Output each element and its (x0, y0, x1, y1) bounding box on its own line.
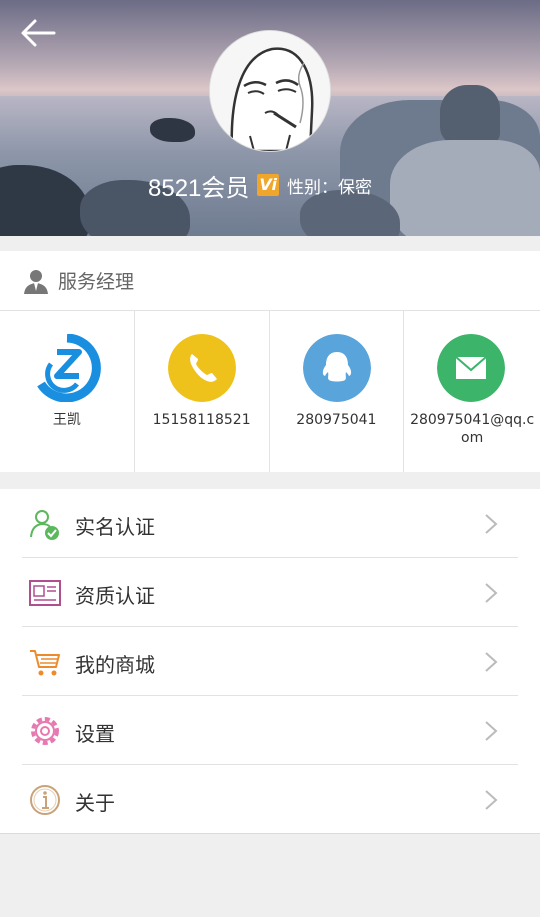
email-address: 280975041@qq.com (410, 412, 535, 446)
qq-number: 280975041 (296, 412, 377, 428)
certificate-icon (29, 580, 61, 606)
verified-user-icon (30, 510, 59, 540)
menu-item-about[interactable]: 关于 (0, 765, 540, 834)
menu-item-real-name-verification[interactable]: 实名认证 (0, 489, 540, 558)
shopping-cart-icon (30, 650, 60, 676)
back-arrow-icon[interactable] (18, 16, 58, 50)
chevron-right-icon (485, 721, 498, 741)
phone-icon (167, 334, 236, 402)
person-icon (24, 269, 48, 294)
menu-item-qualification-certification[interactable]: 资质认证 (0, 558, 540, 627)
company-logo-icon (37, 334, 101, 402)
gender-text: 性别：保密 (286, 177, 372, 198)
contact-manager-name[interactable]: 王凯 (0, 311, 135, 472)
service-manager-header: 服务经理 (0, 251, 540, 311)
contact-email[interactable]: 280975041@qq.com (404, 311, 540, 472)
menu-label: 实名认证 (75, 515, 155, 539)
chevron-right-icon (485, 583, 498, 603)
chevron-right-icon (485, 514, 498, 534)
qq-icon (302, 334, 371, 402)
menu-label: 关于 (75, 791, 115, 815)
profile-header: 8521会员 Vi 性别：保密 (0, 0, 540, 236)
vip-badge: Vi (257, 174, 279, 196)
menu-label: 资质认证 (75, 584, 155, 608)
contact-qq[interactable]: 280975041 (270, 311, 405, 472)
contact-row: 王凯 15158118521 280975041 280975041@qq.co… (0, 311, 540, 472)
member-info: 8521会员 Vi 性别：保密 (148, 168, 372, 202)
menu-label: 设置 (75, 722, 115, 746)
service-manager-title: 服务经理 (58, 271, 135, 293)
chevron-right-icon (485, 652, 498, 672)
menu-item-my-mall[interactable]: 我的商城 (0, 627, 540, 696)
profile-page: 8521会员 Vi 性别：保密 服务经理 王凯 15158118521 2809… (0, 0, 540, 917)
menu-item-settings[interactable]: 设置 (0, 696, 540, 765)
chevron-right-icon (485, 790, 498, 810)
about-icon (30, 785, 60, 815)
manager-name: 王凯 (52, 412, 81, 428)
mail-icon (437, 334, 506, 402)
settings-gear-icon (31, 717, 59, 745)
member-name: 8521会员 (148, 174, 250, 202)
avatar[interactable] (209, 30, 331, 152)
avatar-face-icon (210, 31, 330, 151)
menu-label: 我的商城 (75, 653, 155, 677)
menu-list: 实名认证 资质认证 我的商城 设置 关于 (0, 489, 540, 834)
contact-phone[interactable]: 15158118521 (135, 311, 270, 472)
phone-number: 15158118521 (152, 412, 251, 428)
